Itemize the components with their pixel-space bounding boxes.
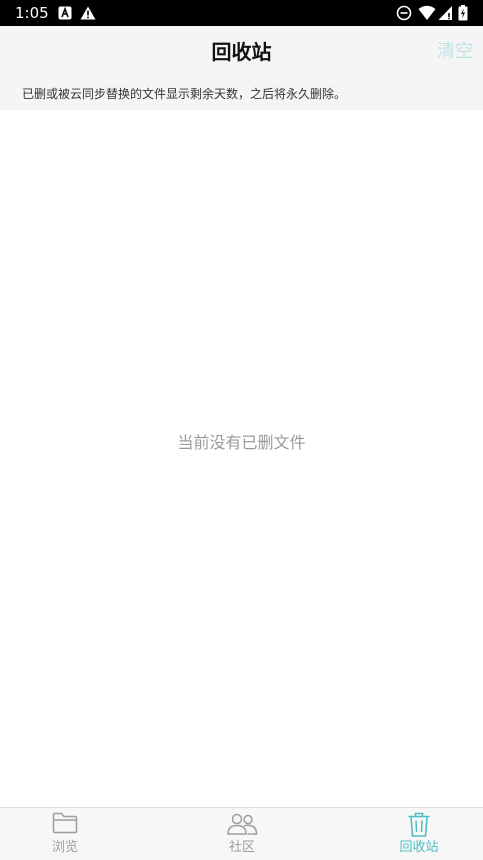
- battery-icon: [458, 5, 468, 21]
- wifi-icon: [418, 5, 436, 21]
- status-time: 1:05: [15, 4, 49, 22]
- accessibility-notification-icon: [58, 5, 72, 20]
- cellular-signal-icon: [438, 5, 453, 21]
- warning-icon: [80, 5, 96, 20]
- folder-icon: [52, 812, 78, 838]
- bottom-nav: 浏览 社区 回收站: [0, 807, 483, 860]
- status-bar: 1:05: [0, 0, 483, 26]
- nav-label-recycle-bin: 回收站: [399, 840, 439, 855]
- trash-icon: [407, 812, 431, 842]
- nav-label-community: 社区: [228, 840, 255, 855]
- nav-item-browse[interactable]: 浏览: [5, 808, 125, 860]
- nav-item-community[interactable]: 社区: [182, 808, 302, 860]
- nav-label-browse: 浏览: [51, 840, 78, 855]
- clear-button[interactable]: 清空: [437, 40, 473, 64]
- page-title: 回收站: [211, 40, 272, 64]
- do-not-disturb-icon: [396, 5, 412, 21]
- empty-state-message: 当前没有已删文件: [177, 433, 306, 452]
- nav-item-recycle-bin[interactable]: 回收站: [359, 808, 479, 860]
- app-header: 回收站 清空 已删或被云同步替换的文件显示剩余天数，之后将永久删除。: [0, 26, 483, 110]
- community-icon: [226, 812, 258, 840]
- recycle-bin-info-text: 已删或被云同步替换的文件显示剩余天数，之后将永久删除。: [22, 87, 347, 101]
